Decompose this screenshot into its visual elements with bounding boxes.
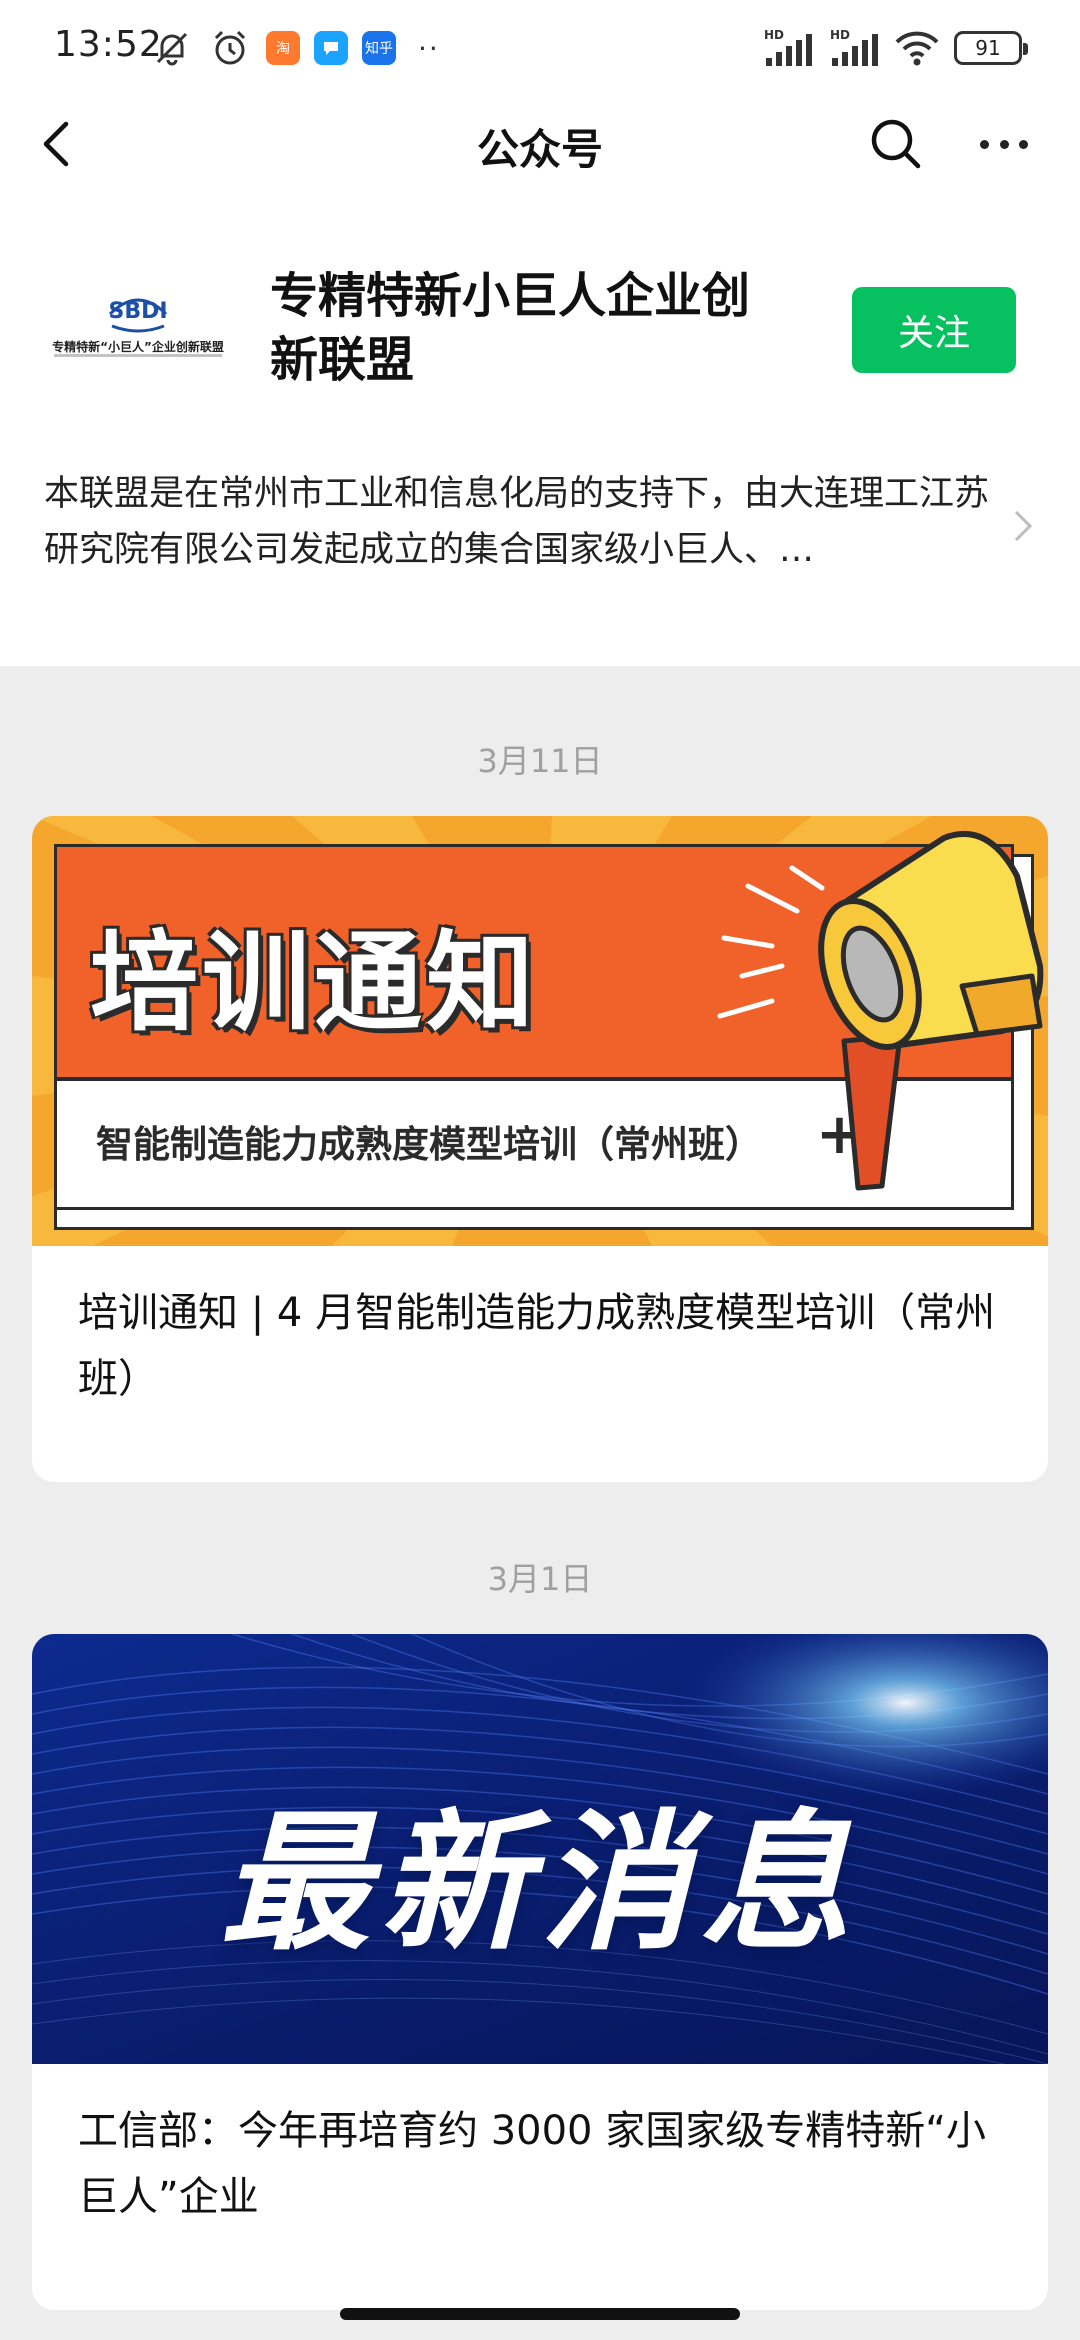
cellular-signal-icon: HD xyxy=(764,28,812,66)
article-card[interactable]: 培训通知 智能制造能力成熟度模型培训（常州班） + + 培训通知 | 4 月智能… xyxy=(32,816,1048,1482)
status-system-icons: HD HD 91 xyxy=(762,26,1028,70)
mute-bell-icon xyxy=(156,32,188,66)
search-icon[interactable] xyxy=(868,116,924,172)
article-cover[interactable]: 最新消息 xyxy=(32,1634,1048,2064)
home-indicator[interactable] xyxy=(340,2308,740,2320)
nav-bar: 公众号 xyxy=(0,92,1080,196)
messenger-app-icon xyxy=(314,31,348,65)
megaphone-icon xyxy=(717,831,1044,1191)
wifi-icon xyxy=(895,31,939,66)
svg-text:HD: HD xyxy=(764,28,784,42)
status-notification-icons: 淘 知乎 ·· xyxy=(150,24,440,72)
cellular-signal-2-icon: HD xyxy=(830,28,878,66)
svg-text:HD: HD xyxy=(830,28,850,42)
svg-text:SBDI: SBDI xyxy=(108,299,167,324)
status-bar: 13:52 淘 知乎 ·· HD HD 91 xyxy=(0,0,1080,92)
more-options-icon[interactable] xyxy=(976,116,1032,172)
article-title[interactable]: 工信部：今年再培育约 3000 家国家级专精特新“小巨人”企业 xyxy=(32,2064,1048,2230)
status-time: 13:52 xyxy=(54,24,163,65)
follow-button[interactable]: 关注 xyxy=(852,287,1016,373)
cover-heading: 培训通知 xyxy=(90,921,539,1046)
taobao-app-icon: 淘 xyxy=(266,31,300,65)
chat-bubble-icon xyxy=(324,42,338,55)
battery-icon: 91 xyxy=(954,31,1028,65)
sbdi-logo-icon: SBDI xyxy=(108,298,168,333)
article-cover[interactable]: 培训通知 智能制造能力成熟度模型培训（常州班） + + xyxy=(32,816,1048,1246)
account-profile: SBDI 专精特新“小巨人”企业创新联盟 专精特新小巨人企业创新联盟 关注 本联… xyxy=(0,196,1080,666)
article-card[interactable]: 最新消息 工信部：今年再培育约 3000 家国家级专精特新“小巨人”企业 xyxy=(32,1634,1048,2310)
feed-date: 3月11日 xyxy=(477,742,603,780)
logo-text: 专精特新“小巨人”企业创新联盟 xyxy=(52,340,224,354)
more-notifications-dots: ·· xyxy=(418,31,440,65)
account-intro[interactable]: 本联盟是在常州市工业和信息化局的支持下，由大连理工江苏研究院有限公司发起成立的集… xyxy=(44,466,1004,578)
battery-level: 91 xyxy=(975,36,1001,60)
chevron-right-icon[interactable] xyxy=(1010,506,1036,546)
feed-date: 3月1日 xyxy=(487,1560,593,1598)
account-name: 专精特新小巨人企业创新联盟 xyxy=(270,268,751,388)
zhihu-app-icon: 知乎 xyxy=(362,31,396,65)
logo-subline xyxy=(54,354,222,357)
cover-heading: 最新消息 xyxy=(219,1797,860,1971)
alarm-clock-icon xyxy=(214,30,246,65)
account-logo[interactable]: SBDI 专精特新“小巨人”企业创新联盟 xyxy=(48,284,228,364)
article-title[interactable]: 培训通知 | 4 月智能制造能力成熟度模型培训（常州班） xyxy=(32,1246,1048,1412)
